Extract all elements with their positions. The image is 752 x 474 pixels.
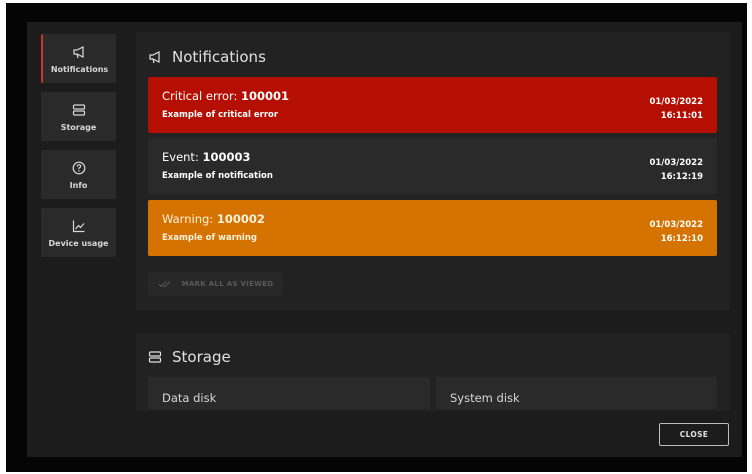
megaphone-icon [148, 50, 164, 64]
notification-heading: Warning: 100002 [162, 212, 265, 226]
notification-timestamp: 01/03/2022 16:12:10 [649, 220, 703, 244]
notification-message: Example of critical error [162, 110, 279, 120]
notification-timestamp: 01/03/2022 16:11:01 [649, 97, 703, 121]
storage-title: Storage [148, 348, 231, 366]
notification-message: Example of warning [162, 233, 257, 243]
mark-all-viewed-button[interactable]: MARK ALL AS VIEWED [148, 272, 283, 296]
notifications-title: Notifications [148, 48, 266, 66]
double-check-icon [158, 281, 170, 288]
system-disk-label: System disk [450, 391, 520, 405]
sidebar-item-storage[interactable]: Storage [41, 92, 116, 141]
sidebar-item-label: Info [69, 181, 88, 190]
sidebar-item-label: Device usage [48, 239, 109, 248]
sidebar-item-info[interactable]: Info [41, 150, 116, 199]
notifications-section: Notifications Critical error: 100001 Exa… [136, 32, 730, 310]
notification-event[interactable]: Event: 100003 Example of notification 01… [148, 138, 717, 194]
data-disk-label: Data disk [162, 391, 217, 405]
sidebar-item-notifications[interactable]: Notifications [41, 34, 116, 83]
sidebar-item-label: Notifications [50, 65, 109, 74]
sidebar-item-device-usage[interactable]: Device usage [41, 208, 116, 257]
storage-icon [148, 350, 164, 364]
notification-heading: Critical error: 100001 [162, 89, 290, 103]
notification-message: Example of notification [162, 171, 273, 181]
megaphone-icon [71, 43, 89, 61]
notification-critical[interactable]: Critical error: 100001 Example of critic… [148, 77, 717, 133]
notification-timestamp: 01/03/2022 16:12:19 [649, 158, 703, 182]
data-disk-card: Data disk [148, 377, 430, 409]
storage-icon [70, 101, 88, 119]
settings-dialog: Notifications Storage Info Device usage … [27, 22, 742, 457]
sidebar-item-label: Storage [60, 123, 97, 132]
system-disk-card: System disk [436, 377, 717, 409]
close-button[interactable]: CLOSE [659, 423, 729, 446]
notification-heading: Event: 100003 [162, 150, 251, 164]
notification-warning[interactable]: Warning: 100002 Example of warning 01/03… [148, 200, 717, 256]
storage-section: Storage Data disk System disk [136, 334, 730, 411]
chart-icon [70, 217, 88, 235]
question-icon [70, 159, 88, 177]
